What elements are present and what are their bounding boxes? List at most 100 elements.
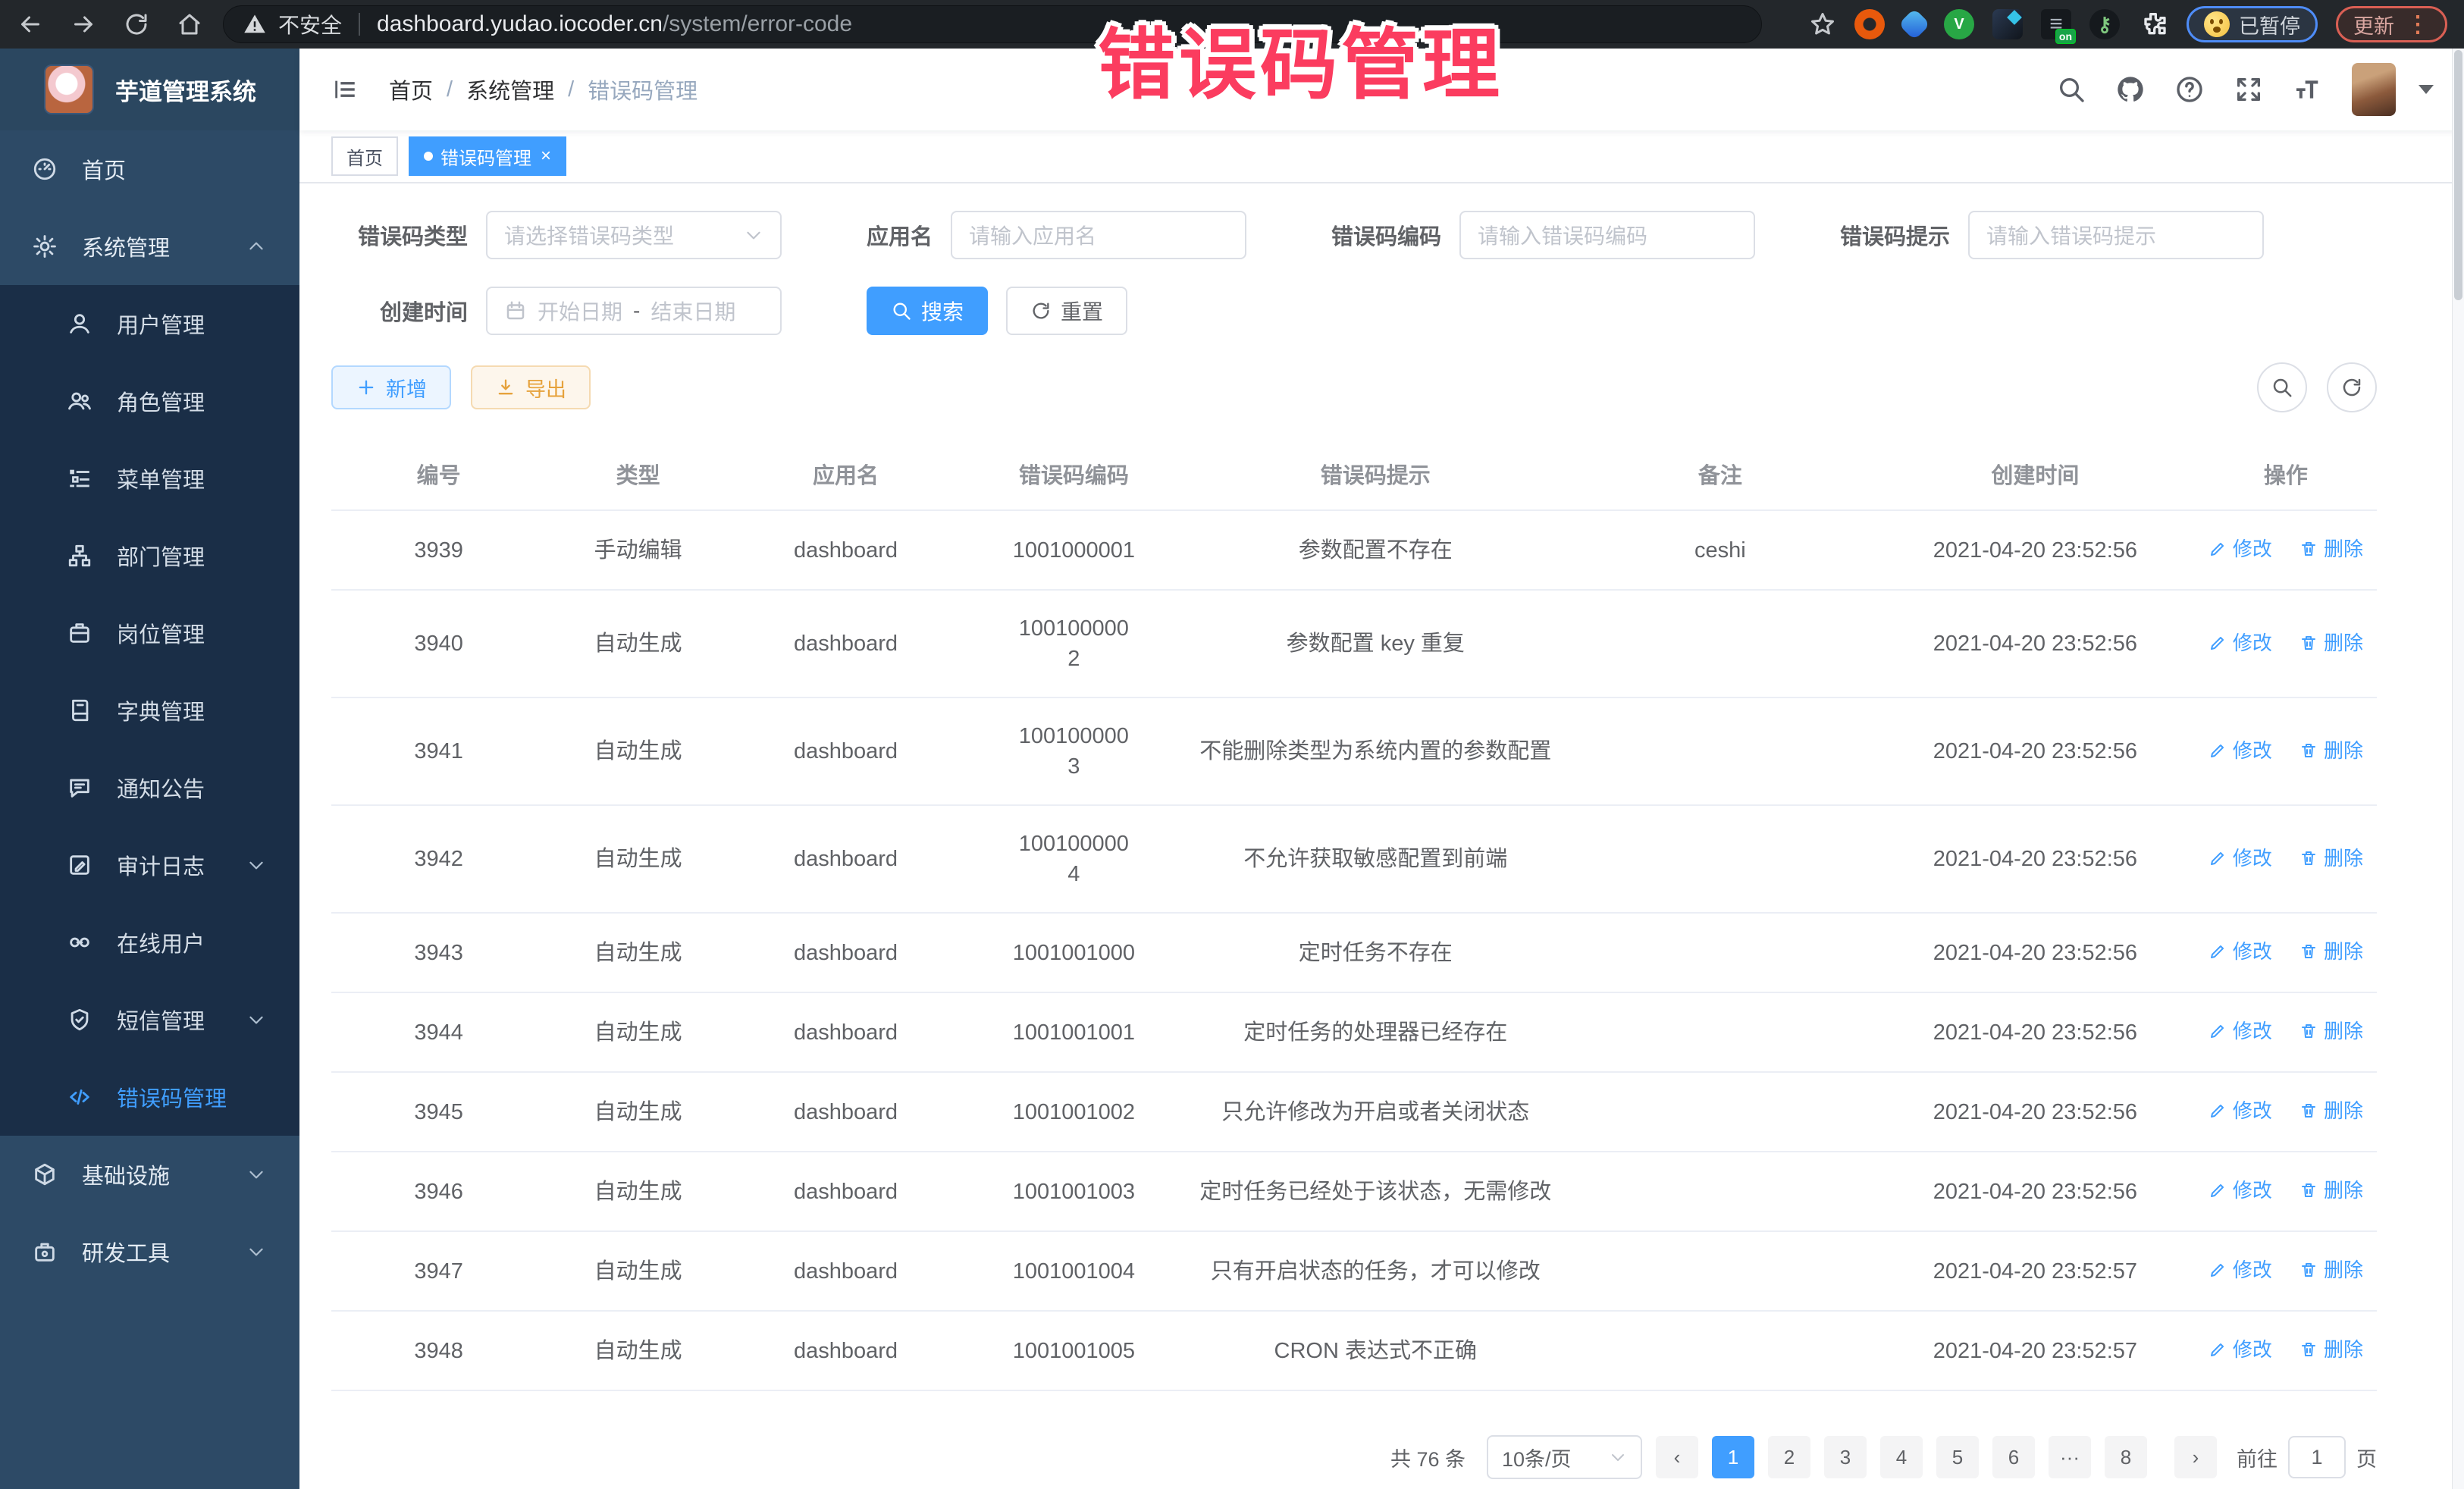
edit-link[interactable]: 修改 [2209, 1334, 2272, 1365]
page-button-4[interactable]: 4 [1880, 1436, 1923, 1478]
help-icon[interactable] [2174, 74, 2205, 105]
back-icon[interactable] [17, 11, 44, 38]
extension-icon[interactable] [1898, 8, 1930, 40]
search-button[interactable]: 搜索 [867, 287, 988, 335]
add-button[interactable]: 新增 [331, 365, 451, 409]
edit-link[interactable]: 修改 [2209, 1175, 2272, 1205]
edit-icon [2209, 1181, 2227, 1199]
github-icon[interactable] [2115, 74, 2146, 105]
font-size-icon[interactable] [2293, 74, 2323, 105]
edit-link[interactable]: 修改 [2209, 1255, 2272, 1285]
not-secure-icon [243, 13, 266, 36]
update-button[interactable]: 更新⋮ [2336, 6, 2447, 42]
address-bar[interactable]: 不安全 dashboard.yudao.iocoder.cn/system/er… [223, 5, 1762, 43]
error-type-select[interactable]: 请选择错误码类型 [486, 211, 782, 259]
breadcrumb-home[interactable]: 首页 [389, 74, 433, 105]
edit-link[interactable]: 修改 [2209, 843, 2272, 873]
extension-icon[interactable] [1854, 9, 1885, 39]
hamburger-icon[interactable] [330, 77, 360, 102]
fullscreen-icon[interactable] [2234, 74, 2264, 105]
delete-link[interactable]: 删除 [2299, 1175, 2363, 1205]
trash-icon [2299, 634, 2318, 652]
filter-time-label: 创建时间 [331, 295, 468, 327]
sidebar-item-短信管理[interactable]: 短信管理 [0, 981, 299, 1058]
delete-link[interactable]: 删除 [2299, 1096, 2363, 1126]
page-ellipsis-button[interactable]: ··· [2049, 1436, 2091, 1478]
error-code-input[interactable]: 请输入错误码编码 [1459, 211, 1755, 259]
home-icon[interactable] [176, 11, 203, 38]
delete-link[interactable]: 删除 [2299, 628, 2363, 658]
edit-link[interactable]: 修改 [2209, 1016, 2272, 1046]
tag-首页[interactable]: 首页 [331, 136, 398, 176]
page-button-2[interactable]: 2 [1768, 1436, 1810, 1478]
page-size-select[interactable]: 10条/页 [1487, 1435, 1642, 1479]
download-icon [495, 377, 516, 398]
reload-icon[interactable] [123, 11, 150, 38]
page-button-1[interactable]: 1 [1712, 1436, 1754, 1478]
sidebar-item-部门管理[interactable]: 部门管理 [0, 517, 299, 594]
breadcrumb-system[interactable]: 系统管理 [466, 74, 554, 105]
url-text: dashboard.yudao.iocoder.cn/system/error-… [377, 11, 852, 37]
edit-link[interactable]: 修改 [2209, 936, 2272, 967]
avatar-caret-icon[interactable] [2419, 85, 2434, 94]
sidebar-item-岗位管理[interactable]: 岗位管理 [0, 594, 299, 672]
edit-link[interactable]: 修改 [2209, 534, 2272, 564]
window-scrollbar[interactable] [2452, 49, 2464, 1489]
bookmark-star-icon[interactable] [1809, 11, 1836, 38]
header-search-icon[interactable] [2056, 74, 2086, 105]
edit-link[interactable]: 修改 [2209, 628, 2272, 658]
forward-icon[interactable] [70, 11, 97, 38]
page-button-8[interactable]: 8 [2105, 1436, 2147, 1478]
reset-button[interactable]: 重置 [1006, 287, 1127, 335]
logo-image [44, 64, 94, 114]
edit-link[interactable]: 修改 [2209, 1096, 2272, 1126]
logo-row[interactable]: 芋道管理系统 [0, 49, 299, 130]
extension-icon[interactable]: ⚷ [2089, 9, 2120, 39]
delete-link[interactable]: 删除 [2299, 936, 2363, 967]
toggle-search-button[interactable] [2257, 362, 2307, 412]
user-avatar[interactable] [2352, 63, 2396, 116]
error-hint-input[interactable]: 请输入错误码提示 [1968, 211, 2264, 259]
sidebar-item-通知公告[interactable]: 通知公告 [0, 749, 299, 826]
trash-icon [2299, 741, 2318, 760]
extensions-puzzle-icon[interactable] [2138, 9, 2168, 39]
extension-icon[interactable]: on [2041, 9, 2071, 39]
sidebar-item-角色管理[interactable]: 角色管理 [0, 362, 299, 440]
date-range-input[interactable]: 开始日期 - 结束日期 [486, 287, 782, 335]
sidebar-item-菜单管理[interactable]: 菜单管理 [0, 440, 299, 517]
chevron-down-icon [246, 1165, 266, 1184]
delete-link[interactable]: 删除 [2299, 534, 2363, 564]
delete-link[interactable]: 删除 [2299, 843, 2363, 873]
extension-icon[interactable]: V [1944, 9, 1974, 39]
page-button-3[interactable]: 3 [1824, 1436, 1867, 1478]
sidebar-item-首页[interactable]: 首页 [0, 130, 299, 208]
sidebar-item-字典管理[interactable]: 字典管理 [0, 672, 299, 749]
next-page-button[interactable]: › [2174, 1436, 2217, 1478]
prev-page-button[interactable]: ‹ [1656, 1436, 1698, 1478]
delete-link[interactable]: 删除 [2299, 735, 2363, 766]
page-button-6[interactable]: 6 [1992, 1436, 2035, 1478]
delete-link[interactable]: 删除 [2299, 1016, 2363, 1046]
page-button-5[interactable]: 5 [1936, 1436, 1979, 1478]
sidebar-item-用户管理[interactable]: 用户管理 [0, 285, 299, 362]
delete-link[interactable]: 删除 [2299, 1255, 2363, 1285]
app-name-input[interactable]: 请输入应用名 [951, 211, 1246, 259]
tag-错误码管理[interactable]: 错误码管理× [409, 136, 566, 176]
paused-badge[interactable]: 已暂停 [2187, 6, 2318, 42]
scrollbar-thumb[interactable] [2454, 50, 2462, 300]
sidebar-item-审计日志[interactable]: 审计日志 [0, 826, 299, 904]
filter-type-label: 错误码类型 [331, 219, 468, 251]
sidebar-item-系统管理[interactable]: 系统管理 [0, 208, 299, 285]
sidebar-item-错误码管理[interactable]: 错误码管理 [0, 1058, 299, 1136]
sidebar-item-基础设施[interactable]: 基础设施 [0, 1136, 299, 1213]
emoji-face-icon [2204, 11, 2230, 37]
refresh-table-button[interactable] [2327, 362, 2377, 412]
goto-page-input[interactable]: 1 [2288, 1436, 2346, 1478]
edit-link[interactable]: 修改 [2209, 735, 2272, 766]
export-button[interactable]: 导出 [471, 365, 591, 409]
extension-icon[interactable] [1992, 9, 2023, 39]
sidebar-item-研发工具[interactable]: 研发工具 [0, 1213, 299, 1290]
sidebar-item-在线用户[interactable]: 在线用户 [0, 904, 299, 981]
delete-link[interactable]: 删除 [2299, 1334, 2363, 1365]
tag-close-icon[interactable]: × [541, 146, 551, 167]
